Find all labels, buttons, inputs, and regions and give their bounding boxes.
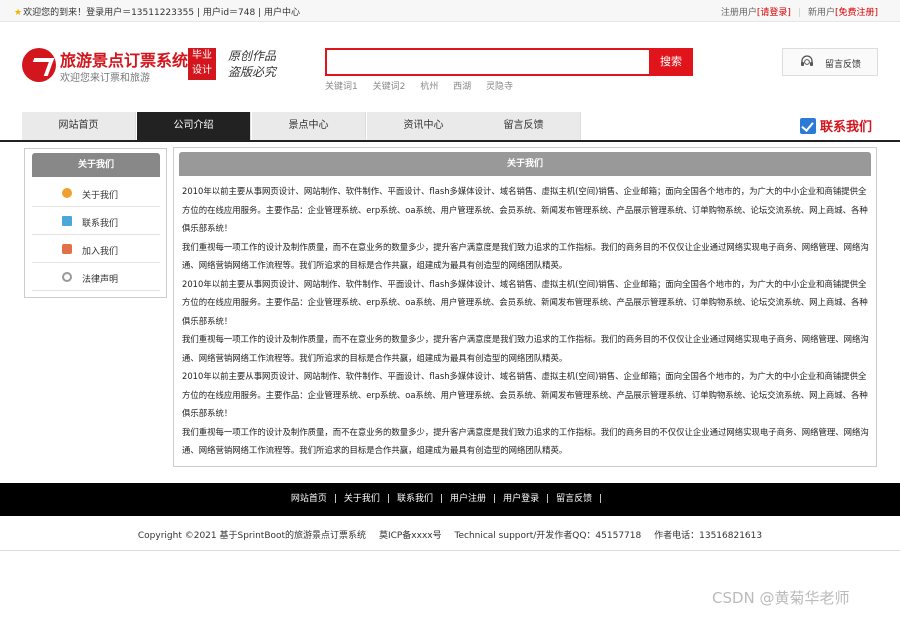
- feedback-button[interactable]: 留言反馈: [782, 48, 878, 76]
- footer-link-home[interactable]: 网站首页: [291, 494, 327, 504]
- nav-home[interactable]: 网站首页: [22, 112, 136, 140]
- content-paragraph: 2010年以前主要从事网页设计、网站制作、软件制作、平面设计、flash多媒体设…: [182, 186, 868, 233]
- badge-line-1: 毕业: [192, 50, 212, 61]
- sidebar-item-contact[interactable]: 联系我们: [32, 207, 160, 235]
- nav-news-center[interactable]: 资讯中心: [367, 112, 481, 140]
- content-panel: 关于我们 2010年以前主要从事网页设计、网站制作、软件制作、平面设计、flas…: [173, 147, 877, 467]
- sidebar-title: 关于我们: [32, 153, 160, 177]
- content-paragraph: 我们重视每一项工作的设计及制作质量，而不在意业务的数量多少，提升客户满意度是我们…: [182, 241, 869, 271]
- keyword-link[interactable]: 西湖: [453, 82, 471, 92]
- footer-link-register[interactable]: 用户注册: [450, 494, 486, 504]
- slogan: 原创作品 盗版必究: [228, 48, 276, 80]
- power-icon: [62, 272, 72, 282]
- footer-nav: 网站首页 | 关于我们 | 联系我们 | 用户注册 | 用户登录 | 留言反馈 |: [0, 483, 900, 516]
- badge-line-2: 设计: [192, 65, 212, 76]
- footer-link-contact[interactable]: 联系我们: [397, 494, 433, 504]
- icp-text: 莫ICP备xxxx号: [378, 531, 442, 541]
- divider: |: [797, 8, 801, 18]
- site-subtitle: 欢迎您来订票和旅游: [60, 73, 150, 84]
- footer-link-about[interactable]: 关于我们: [344, 494, 380, 504]
- sidebar-item-label: 关于我们: [82, 191, 119, 201]
- free-register-link[interactable]: [免费注册]: [835, 8, 878, 18]
- divider: |: [546, 494, 550, 504]
- sidebar-item-about[interactable]: 关于我们: [32, 179, 160, 207]
- register-label: 注册用户: [720, 8, 757, 18]
- content-body: 2010年以前主要从事网页设计、网站制作、软件制作、平面设计、flash多媒体设…: [182, 182, 870, 460]
- nav-company-intro[interactable]: 公司介绍: [137, 112, 251, 140]
- sidebar-item-label: 法律声明: [82, 275, 119, 285]
- welcome-text: ★欢迎您的到来！登录用户＝13511223355 | 用户id＝748 | 用户…: [14, 8, 300, 18]
- bottom-divider: [0, 550, 900, 551]
- phone-text: 作者电话：13516821613: [654, 531, 763, 541]
- footer-link-feedback[interactable]: 留言反馈: [556, 494, 592, 504]
- keyword-link[interactable]: 杭州: [420, 82, 438, 92]
- search-box: [325, 48, 651, 76]
- content-paragraph: 2010年以前主要从事网页设计、网站制作、软件制作、平面设计、flash多媒体设…: [182, 371, 868, 418]
- footer-link-login[interactable]: 用户登录: [503, 494, 539, 504]
- content-paragraph: 2010年以前主要从事网页设计、网站制作、软件制作、平面设计、flash多媒体设…: [182, 278, 868, 326]
- graduation-badge: 毕业 设计: [188, 48, 216, 80]
- lock-icon: [62, 244, 72, 254]
- new-user-label: 新用户: [807, 8, 835, 18]
- content-paragraph: 我们重视每一项工作的设计及制作质量，而不在意业务的数量多少，提升客户满意度是我们…: [182, 334, 869, 363]
- site-title[interactable]: 旅游景点订票系统: [60, 47, 188, 71]
- nav-divider: [0, 140, 900, 142]
- search-input[interactable]: [327, 50, 649, 74]
- contact-us-link[interactable]: 联系我们: [800, 116, 872, 135]
- logo-icon[interactable]: [22, 48, 56, 82]
- sidebar-item-legal[interactable]: 法律声明: [32, 263, 160, 291]
- slogan-line-1: 原创作品: [228, 49, 277, 63]
- divider: |: [439, 494, 443, 504]
- sidebar-item-join[interactable]: 加入我们: [32, 235, 160, 263]
- content-title: 关于我们: [179, 152, 871, 176]
- document-icon: [62, 216, 72, 226]
- keyword-link[interactable]: 灵隐寺: [486, 82, 513, 92]
- sidebar: 关于我们 关于我们 联系我们 加入我们 法律声明: [24, 148, 167, 298]
- checkbox-icon: [800, 118, 816, 134]
- keyword-list: 关键词1 关键词2 杭州 西湖 灵隐寺: [325, 79, 525, 92]
- copyright-text: Copyright ©2021 基于SprintBoot的旅游景点订票系统: [137, 531, 367, 541]
- content-paragraph: 我们重视每一项工作的设计及制作质量，而不在意业务的数量多少，提升客户满意度是我们…: [182, 426, 869, 456]
- top-bar: ★欢迎您的到来！登录用户＝13511223355 | 用户id＝748 | 用户…: [0, 0, 900, 22]
- info-icon: [62, 188, 72, 198]
- feedback-label: 留言反馈: [825, 60, 862, 70]
- keyword-link[interactable]: 关键词2: [373, 82, 406, 92]
- login-link[interactable]: [请登录]: [757, 8, 791, 18]
- copyright-bar: Copyright ©2021 基于SprintBoot的旅游景点订票系统 莫I…: [0, 528, 900, 541]
- sidebar-item-label: 加入我们: [82, 247, 119, 257]
- keyword-link[interactable]: 关键词1: [325, 82, 358, 92]
- star-icon: ★: [14, 8, 23, 18]
- divider: |: [493, 494, 497, 504]
- headset-icon: [801, 55, 813, 66]
- slogan-line-2: 盗版必究: [228, 65, 277, 79]
- top-links: 注册用户[请登录] | 新用户[免费注册]: [721, 5, 878, 18]
- sidebar-item-label: 联系我们: [82, 219, 119, 229]
- nav-scenic-center[interactable]: 景点中心: [252, 112, 366, 140]
- search-button[interactable]: 搜索: [649, 48, 693, 76]
- support-text: Technical support/开发作者QQ：45157718: [454, 531, 642, 541]
- contact-us-label: 联系我们: [820, 120, 873, 135]
- divider: |: [599, 494, 603, 504]
- divider: |: [333, 494, 337, 504]
- watermark: CSDN @黄菊华老师: [712, 589, 850, 607]
- divider: |: [386, 494, 390, 504]
- nav-feedback[interactable]: 留言反馈: [467, 112, 581, 140]
